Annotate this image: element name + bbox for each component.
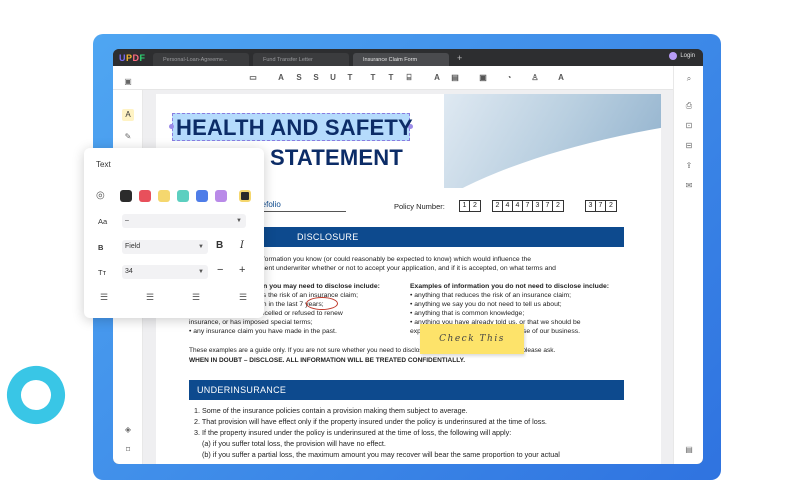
comment-mode-icon[interactable]: A	[122, 109, 134, 121]
right-item-3: • anything that is common knowledge;	[410, 310, 525, 317]
color-swatch-purple[interactable]	[215, 190, 227, 202]
annotation-toolbar: ▭ A S S U T T T ⌸ A ▤ ▣ ◔ ♙ A	[113, 66, 703, 90]
signature-icon[interactable]: A	[555, 72, 567, 84]
thumbnail-icon[interactable]: ▣	[122, 76, 134, 88]
comment-icon[interactable]: ▭	[247, 72, 259, 84]
color-picker-icon[interactable]: ◎	[96, 190, 105, 201]
font-weight-select[interactable]: Field ▼	[122, 240, 208, 254]
resize-handle-left[interactable]	[169, 124, 174, 129]
convert-icon[interactable]: ⎙	[683, 100, 695, 112]
protect-icon[interactable]: ⊟	[683, 140, 695, 152]
color-swatch-black[interactable]	[120, 190, 132, 202]
underinsurance-heading: UNDERINSURANCE	[189, 380, 624, 400]
pencil-icon[interactable]: A	[431, 72, 443, 84]
text-callout-icon[interactable]: ⌸	[403, 72, 415, 84]
right-item-2: • anything we say you do not need to tel…	[410, 301, 562, 308]
right-align-icon[interactable]: ☰	[192, 292, 200, 303]
tab-personal-loan[interactable]: Personal-Loan-Agreeme...	[153, 53, 249, 66]
strikethrough-icon[interactable]: S	[293, 72, 305, 84]
popup-title: Text	[96, 160, 111, 169]
right-item-1: • anything that reduces the risk of an i…	[410, 292, 572, 299]
decrease-size-button[interactable]: −	[217, 264, 223, 276]
text-properties-popup: Text ◎ Aa – ▼ B Field ▼ B I Tт 34 ▼ − + …	[84, 148, 264, 318]
policy-group-1[interactable]: 12	[459, 200, 481, 212]
font-family-value: –	[125, 217, 129, 224]
tab-fund-transfer[interactable]: Fund Transfer Letter	[253, 53, 349, 66]
color-swatch-red[interactable]	[139, 190, 151, 202]
under-item-4: (a) if you suffer total loss, the provis…	[202, 439, 386, 448]
sticker-icon[interactable]: ◔	[503, 72, 515, 84]
search-icon[interactable]: ⌕	[683, 73, 695, 85]
stamp-icon[interactable]: ♙	[529, 72, 541, 84]
title-line-1[interactable]: HEALTH AND SAFETY	[176, 115, 413, 141]
left-list-heading: on you may need to disclose include:	[259, 283, 380, 290]
size-label: Tт	[98, 268, 107, 277]
right-sidebar: ⌕ ⎙ ⊡ ⊟ ⇪ ✉ ▤	[673, 66, 703, 464]
increase-size-button[interactable]: +	[239, 264, 245, 276]
under-item-1: 1. Some of the insurance policies contai…	[194, 406, 468, 415]
under-item-2: 2. That provision will have effect only …	[194, 417, 547, 426]
chevron-down-icon: ▼	[236, 218, 242, 224]
intro-line-2: ment underwriter whether or not to accep…	[259, 265, 556, 272]
highlight-icon[interactable]: A	[275, 72, 287, 84]
doubt-line: WHEN IN DOUBT – DISCLOSE. ALL INFORMATIO…	[189, 357, 466, 364]
layers-icon[interactable]: ◈	[122, 424, 134, 436]
color-swatch-yellow[interactable]	[158, 190, 170, 202]
comments-panel-icon[interactable]: ▤	[683, 444, 695, 456]
color-swatch-blue[interactable]	[196, 190, 208, 202]
policy-number-label: Policy Number:	[394, 202, 445, 211]
left-item-4: insurance, or has imposed special terms;	[189, 319, 313, 326]
text-icon[interactable]: T	[367, 72, 379, 84]
under-item-5: (b) if you suffer a partial loss, the ma…	[202, 450, 560, 459]
title-bar: UPDF Personal-Loan-Agreeme... Fund Trans…	[113, 49, 703, 66]
eraser-icon[interactable]: ▤	[449, 72, 461, 84]
italic-button[interactable]: I	[240, 240, 244, 251]
text-strike-icon[interactable]: T	[344, 72, 356, 84]
font-family-select[interactable]: – ▼	[122, 214, 246, 228]
justify-icon[interactable]: ☰	[239, 292, 247, 303]
bold-button[interactable]: B	[216, 240, 223, 251]
share-icon[interactable]: ⇪	[683, 160, 695, 172]
left-align-icon[interactable]: ☰	[100, 292, 108, 303]
underline-icon[interactable]: U	[327, 72, 339, 84]
right-list-heading: Examples of information you do not need …	[410, 283, 610, 290]
sticky-note[interactable]: Check This	[420, 324, 524, 354]
chevron-down-icon: ▼	[198, 244, 204, 250]
under-item-3: 3. If the property insured under the pol…	[194, 428, 512, 437]
squiggly-icon[interactable]: S	[310, 72, 322, 84]
font-label: Aa	[98, 217, 108, 226]
screenshot-stage: UPDF Personal-Loan-Agreeme... Fund Trans…	[0, 0, 802, 500]
decorative-torus	[0, 357, 74, 433]
ocr-icon[interactable]: ⊡	[683, 120, 695, 132]
email-icon[interactable]: ✉	[683, 180, 695, 192]
intro-line-1: nformation you know (or could reasonably…	[259, 256, 532, 263]
chevron-down-icon: ▼	[198, 269, 204, 275]
color-swatch-selected[interactable]	[239, 190, 251, 202]
textbox-icon[interactable]: T	[385, 72, 397, 84]
updf-logo: UPDF	[119, 52, 146, 63]
edit-pdf-icon[interactable]: ✎	[122, 131, 134, 143]
new-tab-button[interactable]: +	[457, 53, 462, 63]
weight-label: B	[98, 243, 104, 252]
policy-group-3[interactable]: 372	[585, 200, 617, 212]
shape-icon[interactable]: ▣	[477, 72, 489, 84]
login-label: Login	[680, 53, 695, 59]
policy-group-2[interactable]: 2447372	[492, 200, 564, 212]
font-size-value: 34	[125, 268, 133, 275]
tab-insurance-claim[interactable]: Insurance Claim Form	[353, 53, 449, 66]
font-size-select[interactable]: 34 ▼	[122, 265, 208, 279]
title-line-2: STATEMENT	[270, 145, 403, 170]
avatar	[669, 52, 678, 60]
color-swatch-teal[interactable]	[177, 190, 189, 202]
center-align-icon[interactable]: ☰	[146, 292, 154, 303]
login-button[interactable]: Login	[669, 52, 695, 60]
font-weight-value: Field	[125, 243, 141, 250]
left-item-5: • any insurance claim you have made in t…	[189, 328, 337, 335]
bookmark-icon[interactable]: ⌑	[122, 444, 134, 456]
